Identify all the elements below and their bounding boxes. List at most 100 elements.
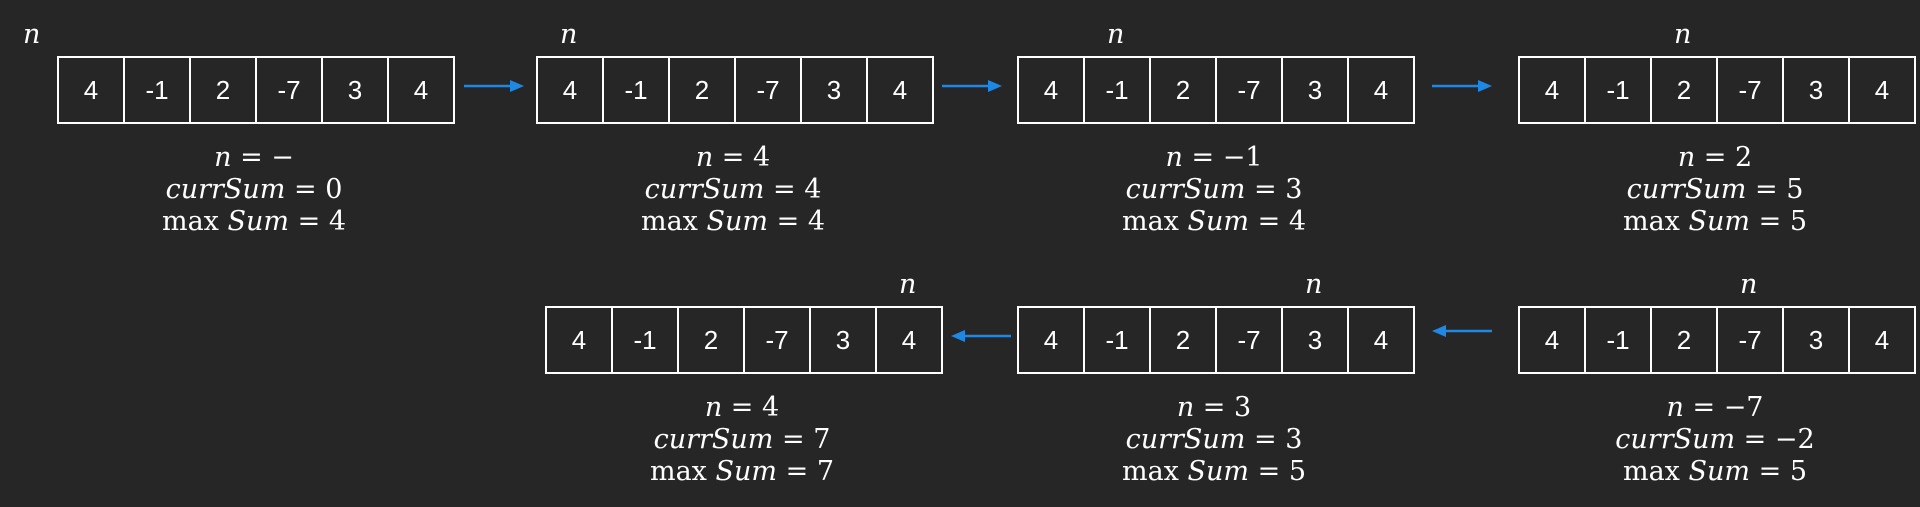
array-cell: 4 xyxy=(901,324,917,355)
currsum-label: currSum xyxy=(1615,424,1736,455)
max-label: max xyxy=(1121,206,1179,237)
n-label: n xyxy=(704,392,723,423)
array-cell: 3 xyxy=(1784,58,1850,122)
equals-sign: = xyxy=(1249,206,1289,237)
array-cell: 3 xyxy=(811,308,877,372)
array-cell: 4 xyxy=(1019,58,1085,122)
n-line: n = 4 xyxy=(545,392,939,424)
max-label: max xyxy=(1622,206,1680,237)
array-cell: 4 xyxy=(1874,324,1890,355)
maxsum-line: max Sum = 5 xyxy=(1017,456,1411,488)
equals-sign: = xyxy=(1182,142,1223,173)
array-row: 4 -1 2 -7 3 4 xyxy=(57,56,455,124)
array-cell: 3 xyxy=(1283,308,1349,372)
array-row: 4 -1 2 -7 3 4 xyxy=(536,56,934,124)
max-label: max xyxy=(1622,456,1680,487)
currsum-line: currSum = 5 xyxy=(1518,174,1912,206)
pointer-label: n xyxy=(23,19,41,50)
pointer-label: n xyxy=(1674,19,1692,50)
array-cell: 2 xyxy=(1652,308,1718,372)
array-cell: 4 xyxy=(413,74,429,105)
step-stats: n = 4 currSum = 7 max Sum = 7 xyxy=(545,392,939,488)
array-cell: 2 xyxy=(1652,58,1718,122)
array-cell: 2 xyxy=(670,58,736,122)
equals-sign: = xyxy=(722,392,762,423)
maxsum-value: 5 xyxy=(1789,206,1807,237)
sum-label: Sum xyxy=(1187,206,1250,237)
array-cell: 3 xyxy=(1283,58,1349,122)
n-line: n = 2 xyxy=(1518,142,1912,174)
arrow-right-icon xyxy=(942,80,1002,92)
arrow-left-icon xyxy=(951,330,1011,342)
pointer-label: n xyxy=(1740,269,1758,300)
array-cell: 4 xyxy=(1373,324,1389,355)
n-value: 4 xyxy=(753,142,771,173)
equals-sign: = xyxy=(1750,206,1790,237)
array-cell: -7 xyxy=(745,308,811,372)
maxsum-line: max Sum = 5 xyxy=(1518,206,1912,238)
currsum-line: currSum = −2 xyxy=(1518,424,1912,456)
array-cell: -7 xyxy=(1217,308,1283,372)
equals-sign: = xyxy=(768,206,808,237)
maxsum-value: 7 xyxy=(816,456,834,487)
array-row: 4 -1 2 -7 3 4 xyxy=(1518,306,1916,374)
array-cell: -7 xyxy=(1718,58,1784,122)
maxsum-value: 4 xyxy=(807,206,825,237)
currsum-label: currSum xyxy=(1125,424,1246,455)
array-cell: 2 xyxy=(1151,58,1217,122)
array-cell: 2 xyxy=(679,308,745,372)
n-value: −7 xyxy=(1723,392,1764,423)
arrow-right-icon xyxy=(464,80,524,92)
equals-sign: = xyxy=(713,142,753,173)
step-stats: n = −1 currSum = 3 max Sum = 4 xyxy=(1017,142,1411,238)
n-line: n = −1 xyxy=(1017,142,1411,174)
n-line: n = −7 xyxy=(1518,392,1912,424)
n-value: 4 xyxy=(762,392,780,423)
maxsum-value: 4 xyxy=(328,206,346,237)
pointer-label: n xyxy=(560,19,578,50)
array-cell: 4 xyxy=(1373,74,1389,105)
step-6: n 4 -1 2 -7 3 4 n = 3 currSum = 3 max Sum = 5 xyxy=(1017,270,1415,500)
currsum-label: currSum xyxy=(165,174,286,205)
n-value: 2 xyxy=(1735,142,1753,173)
max-label: max xyxy=(161,206,219,237)
n-label: n xyxy=(1176,392,1195,423)
maxsum-value: 4 xyxy=(1288,206,1306,237)
n-line: n = − xyxy=(57,142,451,174)
step-stats: n = 2 currSum = 5 max Sum = 5 xyxy=(1518,142,1912,238)
equals-sign: = xyxy=(777,456,817,487)
currsum-label: currSum xyxy=(1626,174,1747,205)
n-label: n xyxy=(1666,392,1684,423)
currsum-value: 5 xyxy=(1786,174,1804,205)
array-cell: -1 xyxy=(1085,308,1151,372)
array-cell: -1 xyxy=(604,58,670,122)
sum-label: Sum xyxy=(715,456,778,487)
equals-sign: = xyxy=(1695,142,1735,173)
array-cell: 4 xyxy=(1019,308,1085,372)
equals-sign: = xyxy=(1194,392,1234,423)
currsum-label: currSum xyxy=(644,174,765,205)
equals-sign: = xyxy=(1245,174,1286,205)
sum-label: Sum xyxy=(1688,206,1751,237)
array-cell: 4 xyxy=(1520,308,1586,372)
currsum-value: 3 xyxy=(1285,174,1303,205)
maxsum-line: max Sum = 4 xyxy=(536,206,930,238)
array-row: 4 -1 2 -7 3 4 xyxy=(1518,56,1916,124)
array-row: 4 -1 2 -7 3 4 xyxy=(545,306,943,374)
n-value: − xyxy=(271,142,294,173)
currsum-line: currSum = 7 xyxy=(545,424,939,456)
array-cell: 3 xyxy=(323,58,389,122)
equals-sign: = xyxy=(1735,424,1775,455)
n-label: n xyxy=(695,142,714,173)
array-row: 4 -1 2 -7 3 4 xyxy=(1017,56,1415,124)
array-cell: 3 xyxy=(1784,308,1850,372)
n-label: n xyxy=(1165,142,1183,173)
currsum-value: −2 xyxy=(1774,424,1815,455)
n-value: 3 xyxy=(1234,392,1252,423)
maxsum-line: max Sum = 7 xyxy=(545,456,939,488)
array-cell: 4 xyxy=(1874,74,1890,105)
currsum-value: 4 xyxy=(804,174,822,205)
n-line: n = 4 xyxy=(536,142,930,174)
step-7: n 4 -1 2 -7 3 4 n = 4 currSum = 7 max Sum = 7 xyxy=(545,270,943,500)
